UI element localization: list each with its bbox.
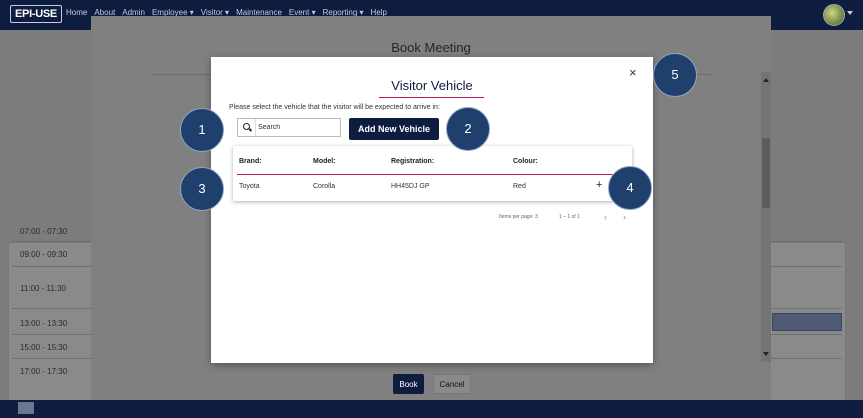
- cell-model[interactable]: Corolla: [313, 183, 335, 190]
- callout-5: 5: [653, 53, 697, 97]
- chevron-left-icon[interactable]: ‹: [604, 212, 607, 222]
- chevron-down-icon[interactable]: [847, 11, 853, 15]
- booking-block: [772, 313, 842, 331]
- cancel-button[interactable]: Cancel: [433, 374, 471, 394]
- search-icon-container: [238, 119, 256, 136]
- add-icon[interactable]: +: [596, 179, 602, 191]
- callout-2: 2: [446, 107, 490, 151]
- chevron-right-icon[interactable]: ›: [623, 212, 626, 222]
- search-input[interactable]: [258, 120, 338, 135]
- search-icon: [243, 123, 250, 130]
- timeslot-label: 07:00 - 07:30: [20, 227, 68, 236]
- vehicle-table: Brand: Model: Registration: Colour: Toyo…: [233, 146, 632, 201]
- footer-logo-icon: [18, 402, 34, 414]
- nav-home[interactable]: Home: [66, 8, 87, 17]
- header-divider: [237, 174, 628, 175]
- instruction-text: Please select the vehicle that the visit…: [229, 104, 440, 111]
- scroll-down-icon[interactable]: [763, 352, 769, 356]
- column-header-registration: Registration:: [391, 158, 435, 165]
- items-per-page[interactable]: Items per page: 3: [499, 214, 538, 220]
- callout-1: 1: [180, 108, 224, 152]
- timeslot-label: 09:00 - 09:30: [20, 250, 68, 259]
- cell-colour[interactable]: Red: [513, 183, 526, 190]
- cell-registration[interactable]: HH45DJ GP: [391, 183, 430, 190]
- timeslot-label: 17:00 - 17:30: [20, 367, 68, 376]
- timeslot-label: 15:00 - 15:30: [20, 343, 68, 352]
- book-button[interactable]: Book: [393, 374, 424, 394]
- close-icon[interactable]: ×: [629, 66, 637, 80]
- modal-scrollbar[interactable]: [761, 72, 771, 362]
- search-field[interactable]: [237, 118, 341, 137]
- column-header-brand: Brand:: [239, 158, 262, 165]
- column-header-colour: Colour:: [513, 158, 538, 165]
- cell-brand[interactable]: Toyota: [239, 183, 260, 190]
- timeslot-label: 13:00 - 13:30: [20, 319, 68, 328]
- callout-3: 3: [180, 167, 224, 211]
- dialog-title: Visitor Vehicle: [391, 78, 473, 93]
- user-avatar[interactable]: [823, 4, 845, 26]
- footer: [0, 400, 863, 418]
- add-new-vehicle-button[interactable]: Add New Vehicle: [349, 118, 439, 140]
- app-logo[interactable]: EPI-USE: [10, 5, 62, 23]
- callout-4: 4: [608, 166, 652, 210]
- visitor-vehicle-dialog: Visitor Vehicle × Please select the vehi…: [211, 57, 653, 363]
- page-range: 1 – 1 of 1: [559, 214, 580, 220]
- column-header-model: Model:: [313, 158, 336, 165]
- title-underline: [379, 97, 484, 98]
- timeslot-label: 11:00 - 11:30: [20, 284, 66, 293]
- scrollbar-thumb[interactable]: [762, 138, 770, 208]
- scroll-up-icon[interactable]: [763, 78, 769, 82]
